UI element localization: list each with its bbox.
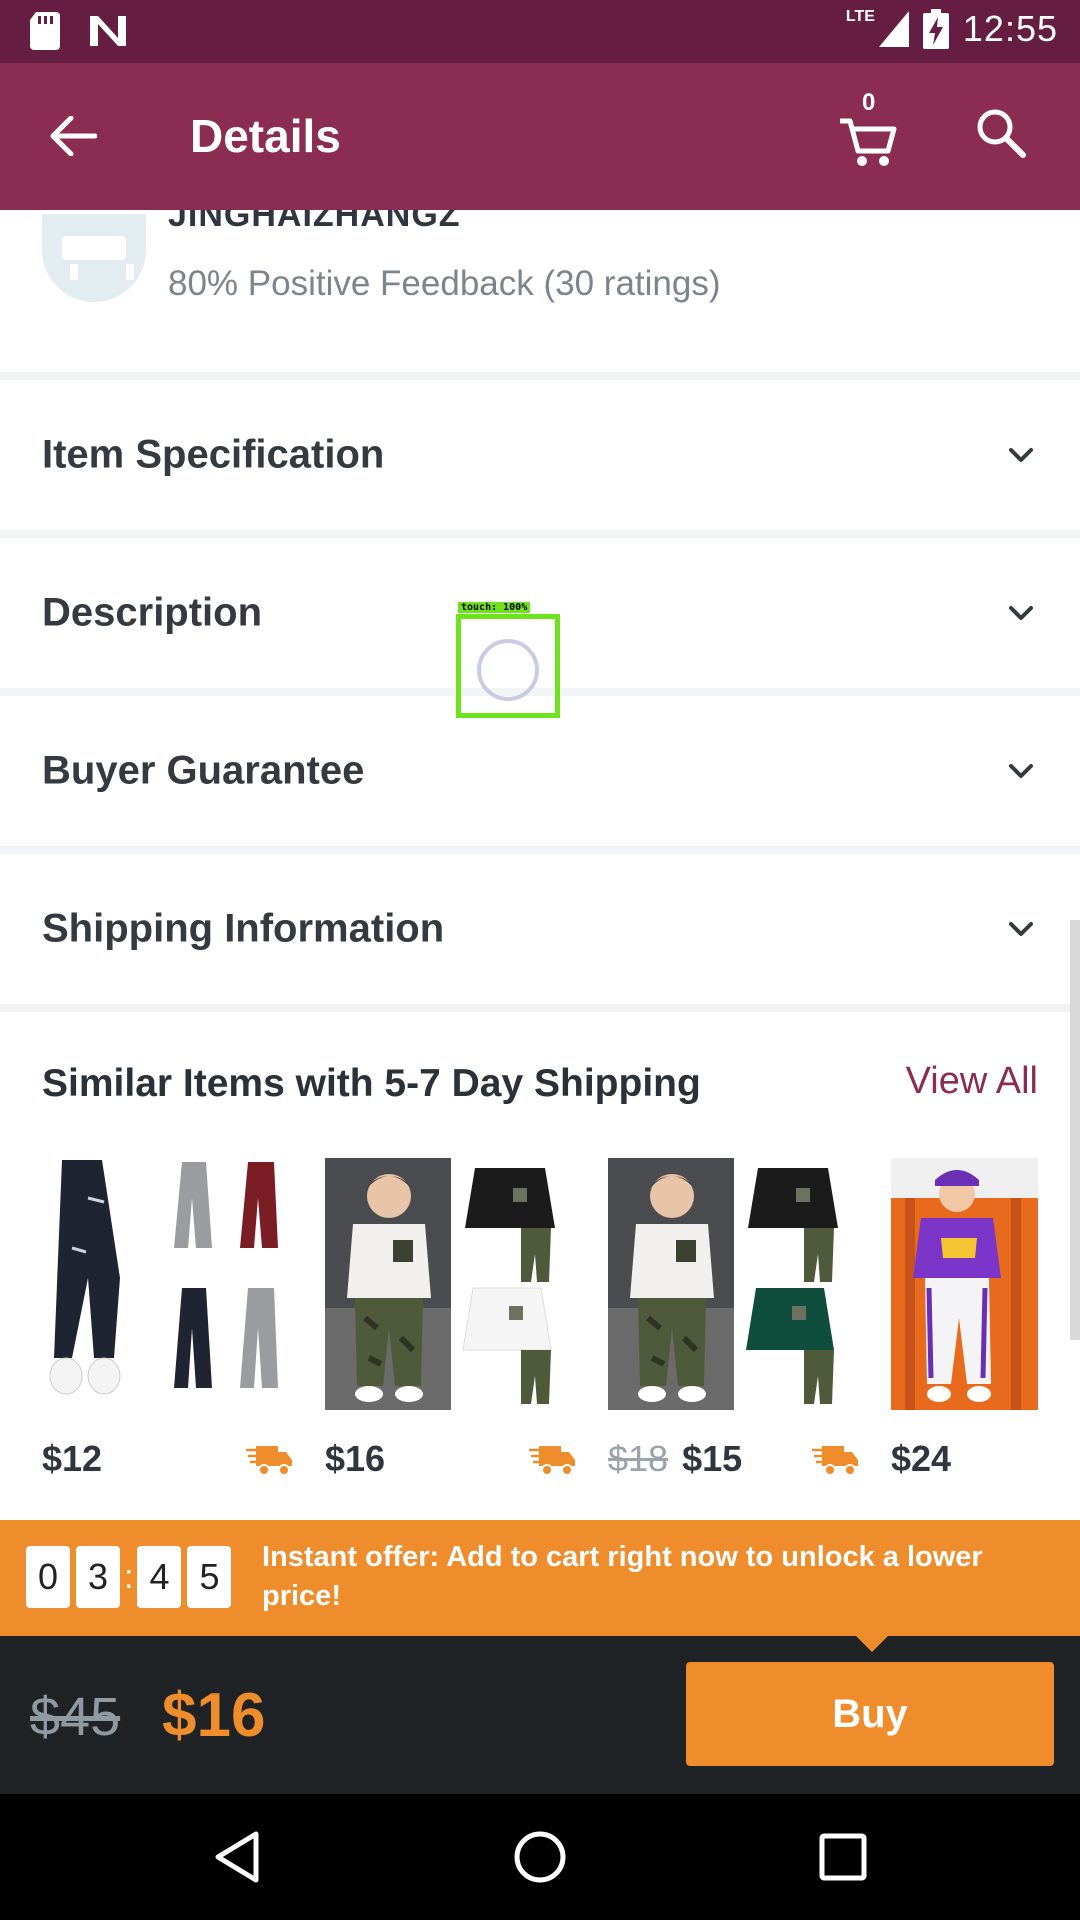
similar-items-carousel[interactable]: $12 $16 $18 $15 $24 <box>42 1158 1038 1488</box>
timer-digit: 0 <box>26 1546 70 1608</box>
seller-info[interactable]: JINGHAIZHANGZ 80% Positive Feedback (30 … <box>0 210 1080 372</box>
product-image <box>891 1158 1038 1410</box>
network-type-label: LTE <box>845 8 875 25</box>
timer-separator: : <box>124 1557 134 1596</box>
product-price: $16 <box>325 1438 385 1480</box>
product-price: $24 <box>891 1438 951 1480</box>
n-notification-icon <box>90 16 126 46</box>
seller-feedback: 80% Positive Feedback (30 ratings) <box>168 264 721 303</box>
product-price-value: $16 <box>325 1438 386 1479</box>
product-price: $12 <box>42 1438 102 1480</box>
product-image <box>325 1158 577 1410</box>
chevron-down-icon <box>1009 922 1033 936</box>
product-old-price: $18 <box>608 1438 669 1479</box>
countdown-timer: 0 3 : 4 5 <box>26 1546 237 1608</box>
touch-indicator-circle <box>477 639 539 701</box>
current-price: $16 <box>162 1681 266 1750</box>
timer-digit: 4 <box>137 1546 182 1608</box>
store-avatar <box>42 214 146 302</box>
cart-icon <box>840 118 897 166</box>
battery-charging-icon <box>922 9 949 49</box>
timer-digit: 3 <box>76 1546 120 1608</box>
product-card[interactable]: $24 <box>891 1158 1038 1488</box>
divider <box>0 1004 1080 1012</box>
description-label: Description <box>42 590 263 635</box>
shipping-information-label: Shipping Information <box>42 906 445 951</box>
product-price-value: $15 <box>682 1438 743 1479</box>
product-price-value: $24 <box>891 1438 952 1479</box>
offer-pointer <box>856 1636 888 1652</box>
timer-digit: 5 <box>187 1546 232 1608</box>
instant-offer-banner[interactable]: 0 3 : 4 5 Instant offer: Add to cart rig… <box>0 1520 1080 1636</box>
triangle-back-icon <box>215 1831 259 1883</box>
seller-name: JINGHAIZHANGZ <box>168 210 461 234</box>
page-title: Details <box>190 110 341 162</box>
product-price-value: $12 <box>42 1438 103 1479</box>
nav-back-button[interactable] <box>202 1822 272 1892</box>
divider <box>0 372 1080 380</box>
product-image <box>42 1158 294 1410</box>
original-price: $45 <box>30 1687 121 1747</box>
chevron-down-icon <box>1009 606 1033 620</box>
status-time: 12:55 <box>962 8 1058 49</box>
divider <box>0 530 1080 538</box>
circle-home-icon <box>514 1831 566 1883</box>
shipping-information-row[interactable]: Shipping Information <box>0 854 1080 1004</box>
product-card[interactable]: $16 <box>325 1158 577 1488</box>
system-nav-bar <box>0 1794 1080 1920</box>
product-card[interactable]: $18 $15 <box>608 1158 860 1488</box>
fast-shipping-truck-icon <box>812 1446 858 1476</box>
chevron-down-icon <box>1009 448 1033 462</box>
product-image <box>608 1158 860 1410</box>
touch-indicator-label: touch: 100% <box>458 602 531 613</box>
back-button[interactable] <box>40 103 106 169</box>
back-arrow-icon <box>50 116 97 156</box>
cart-button[interactable]: 0 <box>838 89 908 173</box>
product-card[interactable]: $12 <box>42 1158 294 1488</box>
sd-card-icon <box>30 12 60 50</box>
nav-home-button[interactable] <box>505 1822 575 1892</box>
fast-shipping-truck-icon <box>529 1446 575 1476</box>
nav-recents-button[interactable] <box>808 1822 878 1892</box>
chevron-down-icon <box>1009 764 1033 778</box>
app-bar: Details 0 <box>0 63 1080 210</box>
buy-button[interactable]: Buy <box>686 1662 1054 1766</box>
buyer-guarantee-label: Buyer Guarantee <box>42 748 365 793</box>
similar-items-title: Similar Items with 5-7 Day Shipping <box>42 1062 701 1105</box>
buy-bar: $45 $16 Buy <box>0 1636 1080 1794</box>
fast-shipping-truck-icon <box>246 1446 292 1476</box>
search-button[interactable] <box>975 107 1035 167</box>
offer-text: Instant offer: Add to cart right now to … <box>262 1541 983 1612</box>
similar-items-section: Similar Items with 5-7 Day Shipping View… <box>0 1012 1080 1520</box>
item-specification-label: Item Specification <box>42 432 385 477</box>
product-price: $18 $15 <box>608 1438 742 1480</box>
status-bar: LTE 12:55 <box>0 0 1080 63</box>
divider <box>0 846 1080 854</box>
view-all-link[interactable]: View All <box>906 1060 1038 1103</box>
search-icon <box>977 109 1026 158</box>
signal-icon <box>878 11 909 47</box>
item-specification-row[interactable]: Item Specification <box>0 380 1080 530</box>
scrollbar[interactable] <box>1070 920 1080 1340</box>
square-recents-icon <box>819 1833 867 1881</box>
buyer-guarantee-row[interactable]: Buyer Guarantee <box>0 696 1080 846</box>
